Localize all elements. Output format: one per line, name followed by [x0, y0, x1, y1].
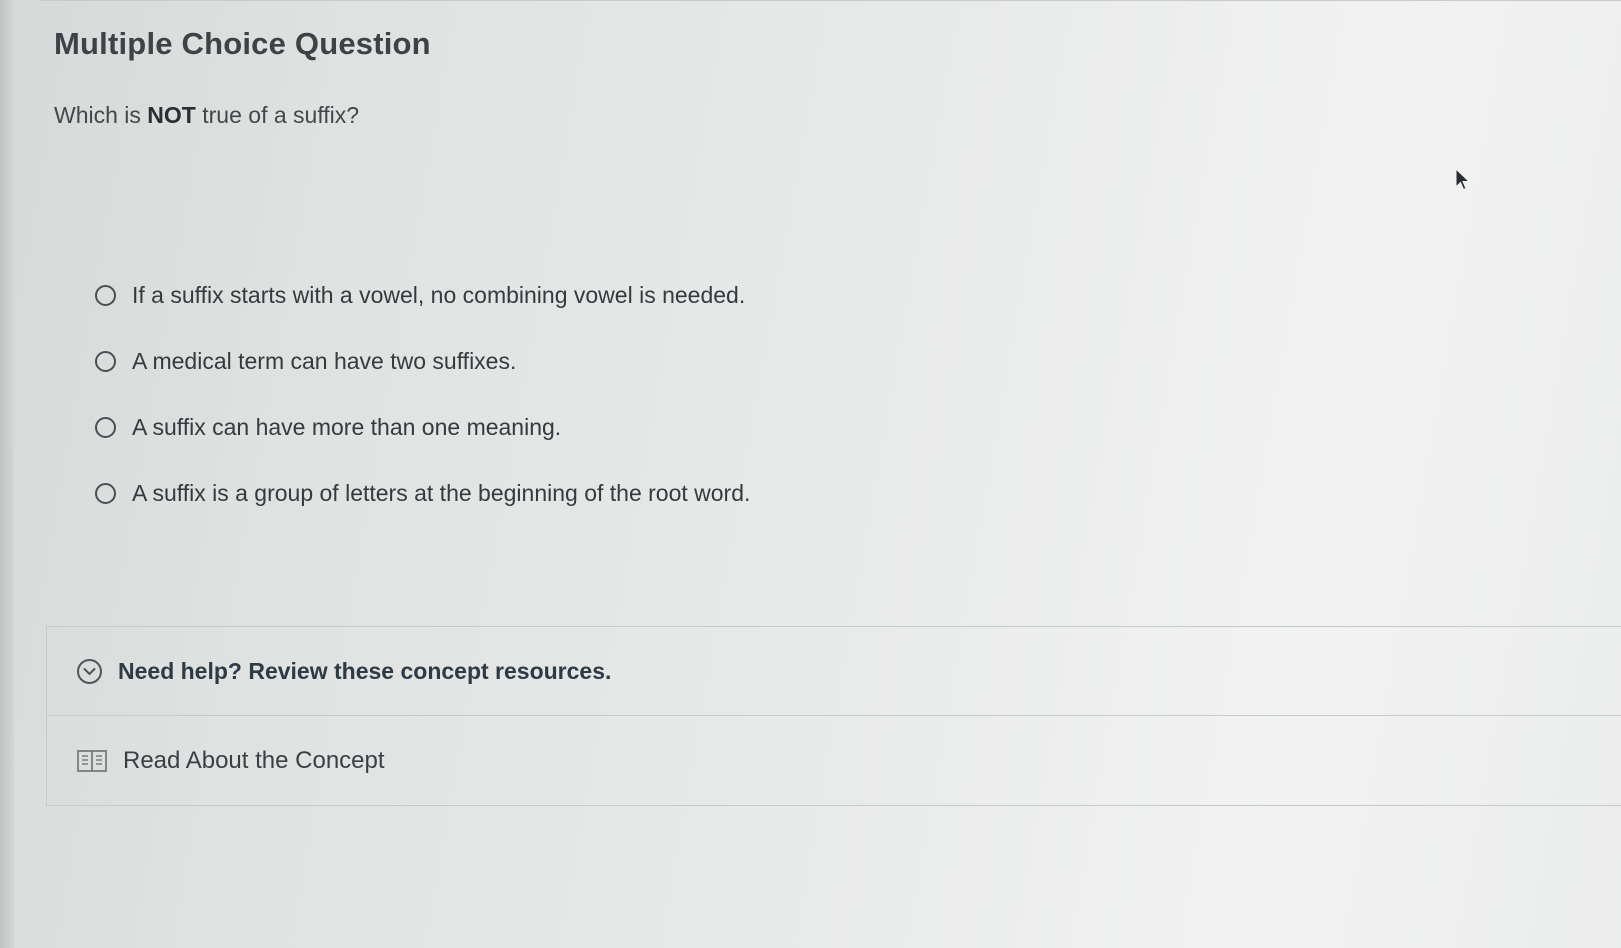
answer-option-label: A suffix is a group of letters at the be… — [132, 479, 751, 506]
answer-option-1[interactable]: If a suffix starts with a vowel, no comb… — [95, 262, 750, 328]
radio-button[interactable] — [95, 416, 116, 438]
top-divider — [40, 0, 1621, 1]
answer-option-3[interactable]: A suffix can have more than one meaning. — [95, 394, 750, 460]
answer-option-label: If a suffix starts with a vowel, no comb… — [132, 281, 746, 308]
answer-option-label: A suffix can have more than one meaning. — [132, 413, 562, 440]
answer-option-2[interactable]: A medical term can have two suffixes. — [95, 328, 750, 394]
question-prompt: Which is NOT true of a suffix? — [54, 102, 359, 129]
read-about-concept-row[interactable]: Read About the Concept — [47, 716, 1621, 806]
question-suffix: true of a suffix? — [195, 102, 360, 128]
radio-button[interactable] — [95, 284, 116, 306]
read-about-concept-link[interactable]: Read About the Concept — [123, 747, 385, 775]
mouse-pointer-icon — [1455, 167, 1471, 197]
page-title: Multiple Choice Question — [54, 26, 431, 61]
book-icon — [77, 748, 107, 774]
question-emphasis: NOT — [147, 102, 196, 128]
radio-button[interactable] — [95, 350, 116, 372]
concept-resources-panel: Need help? Review these concept resource… — [46, 626, 1621, 806]
concept-resources-label: Need help? Review these concept resource… — [118, 657, 612, 684]
answer-options: If a suffix starts with a vowel, no comb… — [95, 262, 750, 526]
concept-resources-toggle[interactable]: Need help? Review these concept resource… — [47, 627, 1621, 716]
answer-option-4[interactable]: A suffix is a group of letters at the be… — [95, 460, 750, 526]
radio-button[interactable] — [95, 482, 116, 504]
left-edge — [0, 0, 14, 948]
answer-option-label: A medical term can have two suffixes. — [132, 347, 517, 374]
question-prefix: Which is — [54, 102, 148, 128]
chevron-down-circle-icon — [77, 658, 102, 684]
